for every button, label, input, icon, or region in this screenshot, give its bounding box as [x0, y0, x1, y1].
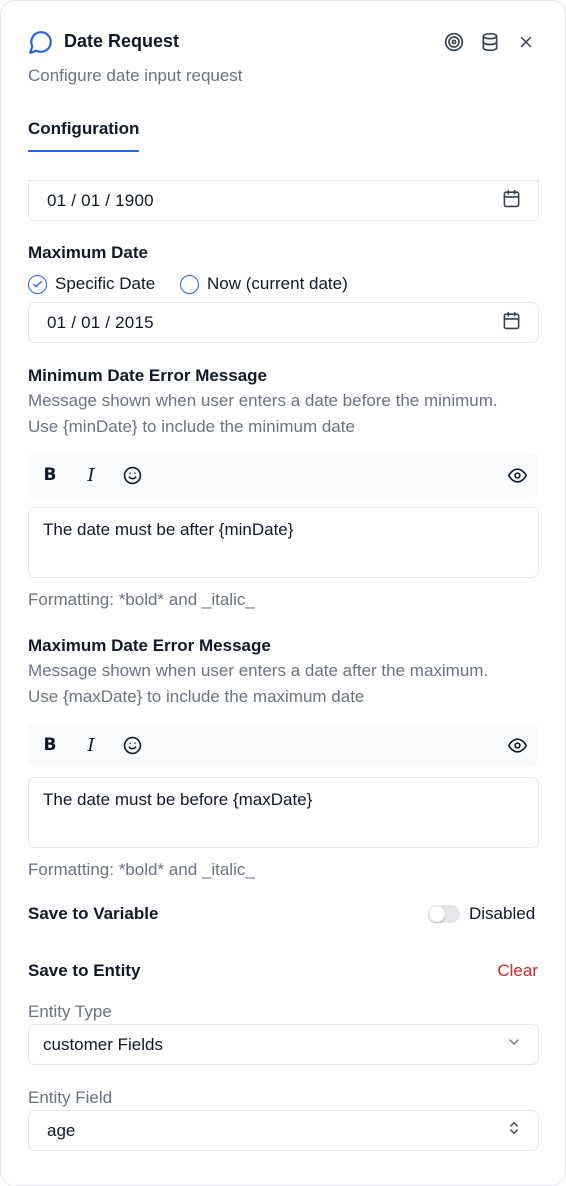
maximum-date-input[interactable]: 01 / 01 / 2015 — [28, 302, 539, 343]
min-error-help-2: Use {minDate} to include the minimum dat… — [28, 417, 355, 436]
preview-eye-icon[interactable] — [505, 733, 529, 757]
radio-specific-date[interactable]: Specific Date — [28, 274, 155, 294]
italic-button[interactable]: I — [79, 733, 103, 757]
target-icon[interactable] — [442, 30, 466, 54]
save-to-variable-label: Save to Variable — [28, 904, 159, 923]
min-error-label: Minimum Date Error Message — [28, 366, 268, 385]
chevrons-up-down-icon — [506, 1120, 522, 1141]
clear-button[interactable]: Clear — [497, 961, 538, 981]
bold-button[interactable]: B — [38, 463, 62, 487]
panel-subtitle: Configure date input request — [28, 66, 243, 85]
save-to-variable-toggle-row: Disabled — [428, 904, 535, 924]
min-error-textarea[interactable]: The date must be after {minDate} — [28, 507, 539, 578]
max-error-help-1: Message shown when user enters a date af… — [28, 661, 489, 680]
radio-checked-icon[interactable] — [28, 274, 47, 294]
maximum-date-value: 01 / 01 / 2015 — [47, 312, 154, 332]
italic-button[interactable]: I — [79, 463, 103, 487]
save-to-entity-label: Save to Entity — [28, 961, 141, 980]
calendar-icon[interactable] — [502, 311, 521, 335]
radio-now[interactable]: Now (current date) — [180, 274, 348, 294]
emoji-icon[interactable] — [120, 463, 144, 487]
preview-eye-icon[interactable] — [505, 463, 529, 487]
calendar-icon[interactable] — [502, 189, 521, 213]
min-error-toolbar: B I — [28, 453, 539, 497]
min-error-help-1: Message shown when user enters a date be… — [28, 391, 498, 410]
entity-type-value: customer Fields — [43, 1034, 163, 1054]
close-icon[interactable] — [514, 30, 538, 54]
entity-field-select[interactable]: age — [28, 1110, 539, 1151]
max-error-label: Maximum Date Error Message — [28, 636, 271, 655]
min-error-formatting-hint: Formatting: *bold* and _italic_ — [28, 590, 255, 609]
chat-icon — [28, 29, 54, 55]
max-error-help-2: Use {maxDate} to include the maximum dat… — [28, 687, 365, 706]
tab-configuration[interactable]: Configuration — [28, 119, 140, 152]
entity-field-value: age — [47, 1120, 76, 1140]
radio-specific-date-label: Specific Date — [55, 274, 156, 293]
minimum-date-input[interactable]: 01 / 01 / 1900 — [28, 180, 539, 221]
chevron-down-icon — [506, 1034, 522, 1055]
minimum-date-value: 01 / 01 / 1900 — [47, 190, 154, 210]
entity-field-label: Entity Field — [28, 1088, 113, 1107]
max-error-textarea[interactable]: The date must be before {maxDate} — [28, 777, 539, 848]
max-error-formatting-hint: Formatting: *bold* and _italic_ — [28, 860, 255, 879]
radio-now-label: Now (current date) — [207, 274, 348, 293]
bold-button[interactable]: B — [38, 733, 62, 757]
database-icon[interactable] — [478, 30, 502, 54]
entity-type-select[interactable]: customer Fields — [28, 1024, 539, 1065]
date-request-panel: Date Request Configure date input reques… — [0, 0, 566, 1186]
save-to-variable-toggle[interactable] — [428, 905, 460, 923]
panel-title: Date Request — [64, 31, 180, 51]
maximum-date-label: Maximum Date — [28, 243, 148, 262]
entity-type-label: Entity Type — [28, 1002, 112, 1021]
emoji-icon[interactable] — [120, 733, 144, 757]
max-error-toolbar: B I — [28, 723, 539, 767]
save-to-variable-status: Disabled — [469, 904, 536, 923]
radio-unchecked-icon[interactable] — [180, 274, 199, 294]
